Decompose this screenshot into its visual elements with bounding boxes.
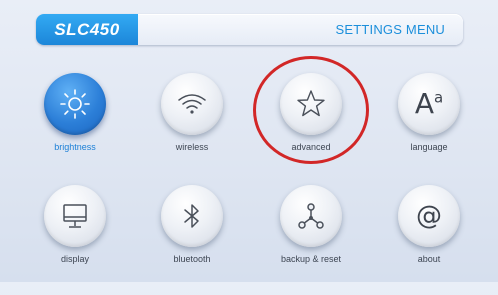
about-button[interactable]: @ xyxy=(398,185,460,247)
display-button[interactable] xyxy=(44,185,106,247)
wireless-button[interactable] xyxy=(161,73,223,135)
monitor-icon xyxy=(63,204,87,228)
page-title: SETTINGS MENU xyxy=(335,22,445,37)
menu-item-wireless[interactable]: wireless xyxy=(138,73,248,183)
menu-item-about[interactable]: @ about xyxy=(375,185,485,295)
bluetooth-icon xyxy=(184,204,199,228)
share-nodes-icon xyxy=(298,203,324,229)
language-icon: Aa xyxy=(414,87,444,120)
menu-item-language[interactable]: Aa language xyxy=(375,73,485,183)
menu-item-display[interactable]: display xyxy=(21,185,131,295)
sun-icon xyxy=(60,89,90,119)
brand-logo: SLC450 xyxy=(36,14,138,45)
menu-item-bluetooth[interactable]: bluetooth xyxy=(138,185,248,295)
brightness-button[interactable] xyxy=(44,73,106,135)
header-bar: SLC450 SETTINGS MENU xyxy=(36,14,463,45)
language-button[interactable]: Aa xyxy=(398,73,460,135)
menu-item-label: display xyxy=(60,254,89,264)
menu-item-label: language xyxy=(410,142,448,152)
backup-reset-button[interactable] xyxy=(280,185,342,247)
wifi-icon xyxy=(178,94,206,114)
menu-item-backup-reset[interactable]: backup & reset xyxy=(257,185,367,295)
bluetooth-button[interactable] xyxy=(161,185,223,247)
menu-item-label: wireless xyxy=(175,142,209,152)
menu-item-label: brightness xyxy=(54,142,96,152)
menu-item-label: backup & reset xyxy=(280,254,342,264)
menu-item-brightness[interactable]: brightness xyxy=(21,73,131,183)
menu-item-label: about xyxy=(417,254,441,264)
menu-item-label: bluetooth xyxy=(173,254,211,264)
highlight-annotation-circle xyxy=(253,56,369,164)
at-sign-icon: @ xyxy=(416,201,442,231)
